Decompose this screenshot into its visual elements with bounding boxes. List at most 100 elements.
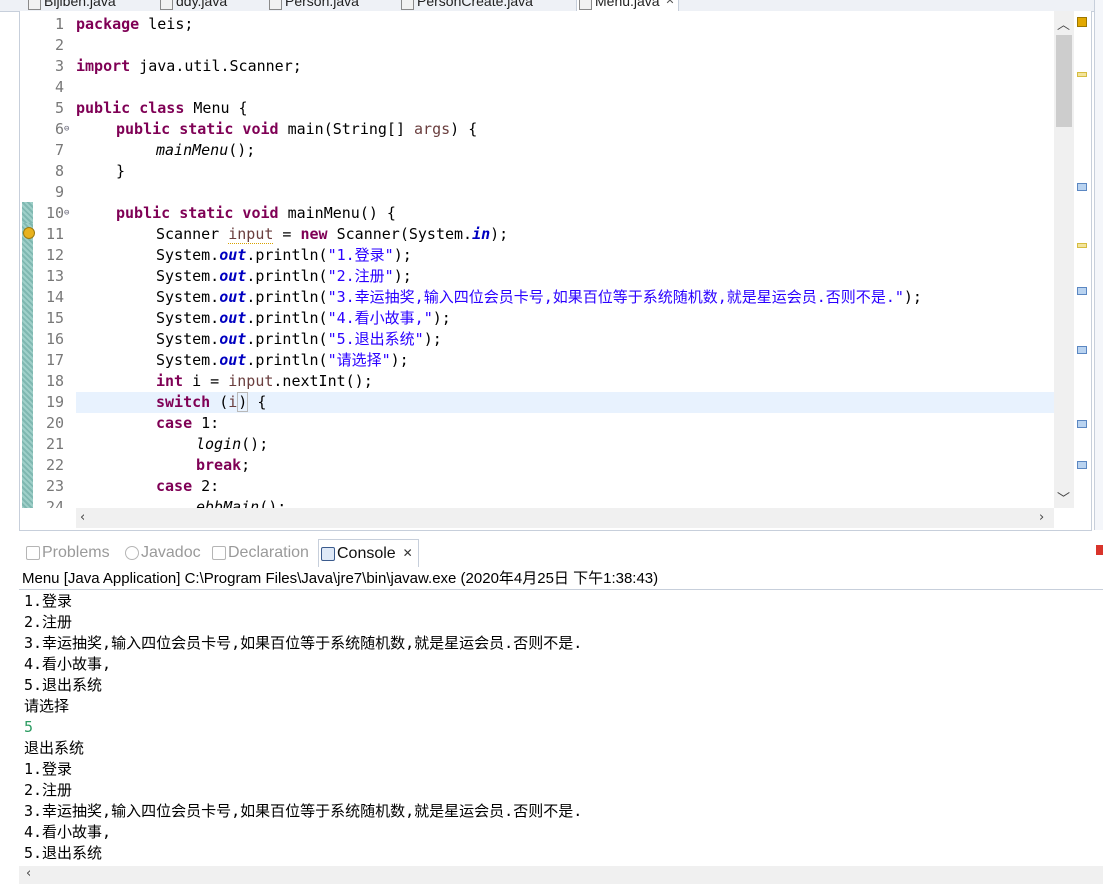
tab-label: PersonCreate.java: [417, 0, 533, 9]
tab-person[interactable]: Person.java: [267, 0, 359, 11]
tab-console[interactable]: Console ✕: [318, 539, 419, 567]
java-file-icon: [579, 0, 592, 10]
line-number: 8: [54, 162, 64, 180]
java-file-icon: [160, 0, 173, 10]
code-line: System.out.println("3.幸运抽奖,输入四位会员卡号,如果百位…: [156, 288, 922, 306]
tab-label: ddy.java: [176, 0, 228, 9]
line-number: 1: [54, 15, 64, 33]
code-line: System.out.println("5.退出系统");: [156, 330, 442, 348]
line-number: 10: [45, 204, 64, 222]
java-file-icon: [401, 0, 414, 10]
console-line: 1.登录: [24, 760, 73, 778]
console-line: 5.退出系统: [24, 676, 103, 694]
terminate-icon[interactable]: [1096, 545, 1103, 555]
horizontal-scrollbar[interactable]: [76, 508, 1054, 528]
line-number: 2: [54, 36, 64, 54]
code-line: }: [116, 162, 126, 180]
console-line: 4.看小故事,: [24, 823, 112, 841]
scroll-up-icon[interactable]: ︿: [1057, 14, 1070, 33]
console-line: 2.注册: [24, 613, 73, 631]
console-line: 1.登录: [24, 592, 73, 610]
code-line: System.out.println("4.看小故事,");: [156, 309, 451, 327]
code-line: System.out.println("2.注册");: [156, 267, 412, 285]
line-number: 3: [54, 57, 64, 75]
line-number: 15: [45, 309, 64, 327]
tab-problems[interactable]: Problems: [24, 543, 110, 563]
code-line: public static void main(String[] args) {: [116, 120, 478, 138]
console-line: 2.注册: [24, 781, 73, 799]
line-number: 18: [45, 372, 64, 390]
tab-declaration[interactable]: Declaration: [210, 543, 309, 563]
bookmark-marker[interactable]: [1077, 346, 1087, 354]
scrollbar-thumb[interactable]: [1056, 35, 1072, 127]
console-horizontal-scrollbar[interactable]: [19, 866, 1103, 884]
line-number: 17: [45, 351, 64, 369]
scroll-down-icon[interactable]: ﹀: [1057, 488, 1070, 507]
line-number: 6: [54, 120, 64, 138]
bookmark-marker[interactable]: [1077, 183, 1087, 191]
bookmark-marker[interactable]: [1077, 420, 1087, 428]
line-number: 7: [54, 141, 64, 159]
code-line: System.out.println("请选择");: [156, 351, 409, 369]
line-number: 5: [54, 99, 64, 117]
line-number: 4: [54, 78, 64, 96]
scroll-left-icon[interactable]: ‹: [80, 510, 85, 525]
code-line: import java.util.Scanner;: [76, 57, 302, 75]
close-icon[interactable]: ✕: [665, 0, 674, 11]
javadoc-icon: [125, 546, 139, 560]
line-number: 23: [45, 477, 64, 495]
console-line: 5.退出系统: [24, 844, 103, 862]
tab-personcreate[interactable]: PersonCreate.java: [399, 0, 533, 11]
code-line: Scanner input = new Scanner(System.in);: [156, 225, 509, 244]
code-line: login();: [196, 435, 269, 453]
fold-toggle-icon[interactable]: ⊖: [64, 119, 69, 140]
line-number: 9: [54, 183, 64, 201]
tab-label: Problems: [42, 544, 110, 561]
line-number: 19: [45, 393, 64, 411]
change-marker: [22, 223, 33, 508]
console-header: Menu [Java Application] C:\Program Files…: [22, 570, 659, 587]
occurrence-marker[interactable]: [1077, 243, 1087, 248]
line-number: 22: [45, 456, 64, 474]
code-line: public class Menu {: [76, 99, 248, 117]
tab-ddy[interactable]: ddy.java: [158, 0, 227, 11]
tab-label: Declaration: [228, 544, 309, 561]
java-file-icon: [269, 0, 282, 10]
code-line: case 1:: [156, 414, 220, 432]
code-line: break;: [196, 456, 251, 474]
code-line: int i = input.nextInt();: [156, 372, 373, 390]
code-line: switch (i) {: [156, 392, 267, 412]
code-line: ebbMain();: [196, 498, 287, 508]
tab-label: Console: [337, 545, 396, 562]
occurrence-marker[interactable]: [1077, 72, 1087, 77]
console-line: 请选择: [24, 697, 70, 715]
tab-label: Menu.java: [595, 0, 660, 9]
console-line: 退出系统: [24, 739, 85, 757]
fold-toggle-icon[interactable]: ⊖: [64, 203, 69, 224]
tab-javadoc[interactable]: Javadoc: [123, 543, 201, 563]
line-number: 14: [45, 288, 64, 306]
warning-icon[interactable]: [23, 227, 35, 239]
side-panel-edge: [1094, 0, 1103, 530]
scroll-left-icon[interactable]: ‹: [26, 866, 31, 881]
code-line: mainMenu();: [156, 141, 256, 159]
problems-icon: [26, 546, 40, 560]
bookmark-marker[interactable]: [1077, 287, 1087, 295]
line-number: 20: [45, 414, 64, 432]
tab-label: Javadoc: [141, 544, 201, 561]
divider: [19, 589, 1103, 590]
line-number: 12: [45, 246, 64, 264]
console-line: 3.幸运抽奖,输入四位会员卡号,如果百位等于系统随机数,就是星运会员.否则不是.: [24, 634, 583, 652]
tab-label: Person.java: [285, 0, 359, 9]
console-line: 3.幸运抽奖,输入四位会员卡号,如果百位等于系统随机数,就是星运会员.否则不是.: [24, 802, 583, 820]
code-line: System.out.println("1.登录");: [156, 246, 412, 264]
tab-label: Bijiben.java: [44, 0, 116, 9]
line-number: 24: [45, 498, 64, 508]
scroll-right-icon[interactable]: ›: [1039, 510, 1044, 525]
annotation-ruler: [22, 11, 35, 508]
tab-bijiben[interactable]: Bijiben.java: [26, 0, 116, 11]
bookmark-marker[interactable]: [1077, 461, 1087, 469]
close-icon[interactable]: ✕: [403, 540, 413, 567]
warning-summary-icon[interactable]: [1077, 17, 1087, 27]
declaration-icon: [212, 546, 226, 560]
